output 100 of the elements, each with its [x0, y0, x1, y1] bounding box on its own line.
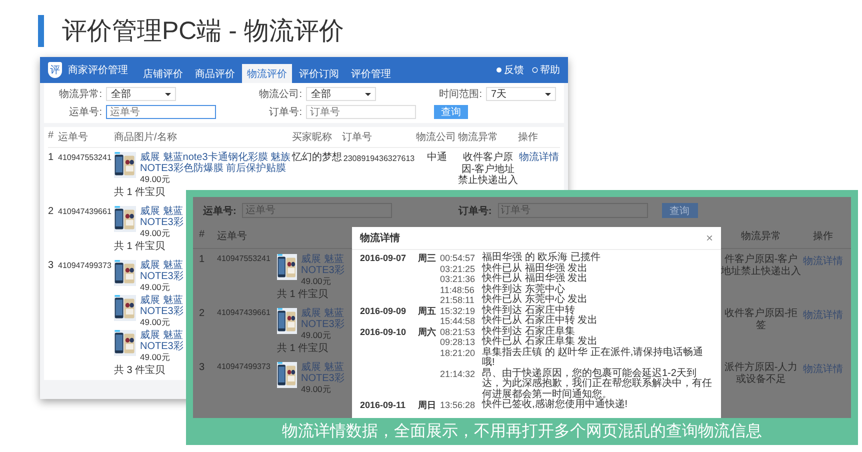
- table-cell-text: 410947439661: [58, 206, 112, 216]
- input-field[interactable]: 运单号: [106, 105, 216, 119]
- table-cell-text: 2308919436327613: [342, 153, 416, 164]
- select-field[interactable]: 全部: [306, 87, 376, 101]
- product-link[interactable]: 威展 魅蓝: [140, 206, 184, 217]
- dialog-title: 物流详情: [360, 231, 400, 245]
- header-link[interactable]: 帮助: [540, 63, 560, 77]
- select-field[interactable]: 7天: [486, 87, 556, 101]
- tracking-weekday: 周六: [418, 326, 437, 337]
- column-header: 操作: [518, 131, 539, 144]
- column-header: 订单号: [342, 130, 373, 144]
- table-cell-text: 1: [48, 152, 55, 163]
- product-link[interactable]: NOTE3彩: [140, 341, 184, 352]
- table-cell-text: 派件方原因-人力或设备不足: [723, 362, 799, 385]
- tracking-time: 03:21:36: [440, 274, 476, 284]
- brand-name: 商家评价管理: [68, 64, 128, 77]
- close-button[interactable]: ×: [706, 231, 713, 245]
- caret-icon: [365, 92, 371, 96]
- product-link[interactable]: 威展 魅蓝: [140, 295, 184, 306]
- tracking-time: 15:44:58: [440, 316, 476, 326]
- nav-tab[interactable]: 评价订阅: [294, 64, 344, 83]
- item-count: 共 1 件宝贝: [277, 343, 328, 354]
- tracking-time: 11:48:56: [440, 284, 476, 295]
- tracking-date: 2016-09-10: [360, 326, 408, 337]
- help-icon: [532, 67, 538, 73]
- product-price: 49.00元: [140, 228, 172, 239]
- nav-tab[interactable]: 物流评价: [242, 64, 292, 83]
- tracking-event: 昂、由于快递原因，您的包裹可能会延迟1-2天到达，为此深感抱歉，我们正在帮您联系解决中，有任何进展都会第一时间通知您。: [482, 368, 713, 400]
- tracking-time: 21:14:32: [440, 368, 476, 380]
- shield-logo: 评: [48, 62, 62, 78]
- tracking-weekday: 周五: [418, 306, 437, 316]
- slide-title: 评价管理PC端 - 物流评价: [62, 16, 344, 47]
- table-cell-text: 收件客户原因-拒签: [723, 308, 799, 331]
- nav-tab[interactable]: 评价管理: [346, 64, 396, 83]
- product-link[interactable]: NOTE3彩: [140, 271, 184, 282]
- product-price: 49.00元: [140, 317, 172, 328]
- item-count: 共 1 件宝贝: [114, 187, 166, 198]
- product-link[interactable]: NOTE3彩: [140, 217, 184, 228]
- column-header: 物流异常: [740, 230, 782, 243]
- nav-tab[interactable]: 商品评价: [190, 64, 240, 83]
- tracking-event: 快件到达 石家庄中转: [482, 306, 576, 316]
- product-link[interactable]: NOTE3彩色防爆膜 前后保护贴膜: [140, 163, 291, 174]
- tracking-event: 福田华强 的 欧乐海 已揽件: [482, 253, 602, 263]
- details-link[interactable]: 物流详情: [518, 152, 560, 164]
- table-cell-text: 410947499373: [58, 260, 112, 270]
- tracking-event: 快件已从 福田华强 发出: [482, 264, 589, 274]
- filter-label: 运单号:: [68, 106, 102, 119]
- column-header: #: [48, 130, 55, 143]
- tracking-event: 快件到达 东莞中心: [482, 284, 566, 294]
- product-price: 49.00元: [140, 174, 172, 185]
- product-link[interactable]: 威展 魅蓝: [140, 330, 184, 341]
- product-link[interactable]: 威展 魅蓝: [140, 260, 184, 271]
- filter-label: 物流异常:: [58, 88, 102, 101]
- filter-label: 时间范围:: [438, 88, 482, 101]
- table-cell: 件客户原因-客户地址禁止快递出入: [721, 254, 801, 277]
- filter-label: 订单号:: [268, 106, 302, 119]
- table-cell-text: 2: [48, 206, 55, 217]
- product-link[interactable]: 威展 魅蓝note3卡通钢化彩膜 魅族: [140, 152, 291, 163]
- search-button[interactable]: 查询: [662, 203, 698, 218]
- product-link[interactable]: NOTE3彩: [140, 306, 184, 317]
- tracking-date: 2016-09-09: [360, 306, 408, 316]
- table-cell: 收件客户原因-客户地址禁止快递出入: [458, 152, 518, 186]
- product-price: 49.00元: [301, 330, 332, 341]
- nav-tab[interactable]: 店铺评价: [138, 64, 188, 83]
- column-header: 买家昵称: [292, 130, 333, 144]
- caret-icon: [165, 92, 171, 96]
- tracking-weekday: 周日: [418, 400, 437, 410]
- filter-label: 物流公司:: [258, 88, 302, 101]
- tracking-date: 2016-09-11: [360, 400, 407, 410]
- column-header: 运单号: [58, 130, 89, 144]
- tracking-time: 18:21:20: [440, 348, 476, 360]
- column-header: #: [199, 229, 206, 242]
- table-cell-text: 410947553241: [217, 254, 272, 263]
- tracking-event: 快件到达 石家庄阜集: [482, 326, 576, 336]
- caret-icon: [545, 92, 551, 96]
- table-cell-text: 410947499373: [217, 362, 272, 371]
- product-price: 49.00元: [140, 282, 172, 293]
- tracking-event: 快件已从 东莞中心 发出: [482, 295, 589, 305]
- header-link[interactable]: 反馈: [504, 63, 524, 77]
- column-header: 运单号: [217, 230, 248, 243]
- product-price: 49.00元: [301, 384, 332, 395]
- tracking-time: 13:56:28: [440, 400, 476, 410]
- filter-label: 订单号:: [458, 204, 492, 218]
- table-cell-text: 中通: [426, 152, 448, 164]
- table-cell-text: 2: [199, 308, 206, 319]
- search-button[interactable]: 查询: [434, 105, 468, 119]
- table-cell-text: 410947553241: [58, 152, 112, 162]
- tracking-time: 15:32:19: [440, 306, 476, 316]
- item-count: 共 3 件宝贝: [114, 365, 166, 376]
- select-field[interactable]: 全部: [106, 87, 176, 101]
- filter-label: 运单号:: [203, 204, 236, 218]
- tracking-weekday: 周三: [418, 253, 437, 264]
- title-accent-bar: [38, 14, 44, 46]
- tracking-time: 08:21:53: [440, 326, 476, 337]
- tracking-event: 快件已签收,感谢您使用中通快递!: [482, 400, 629, 410]
- table-cell-text: 1: [199, 254, 206, 265]
- table-cell-text: 410947439661: [217, 308, 272, 317]
- tracking-event: 快件已从 福田华强 发出: [482, 274, 589, 284]
- product-price: 49.00元: [140, 352, 172, 363]
- column-header: 物流异常: [458, 130, 499, 144]
